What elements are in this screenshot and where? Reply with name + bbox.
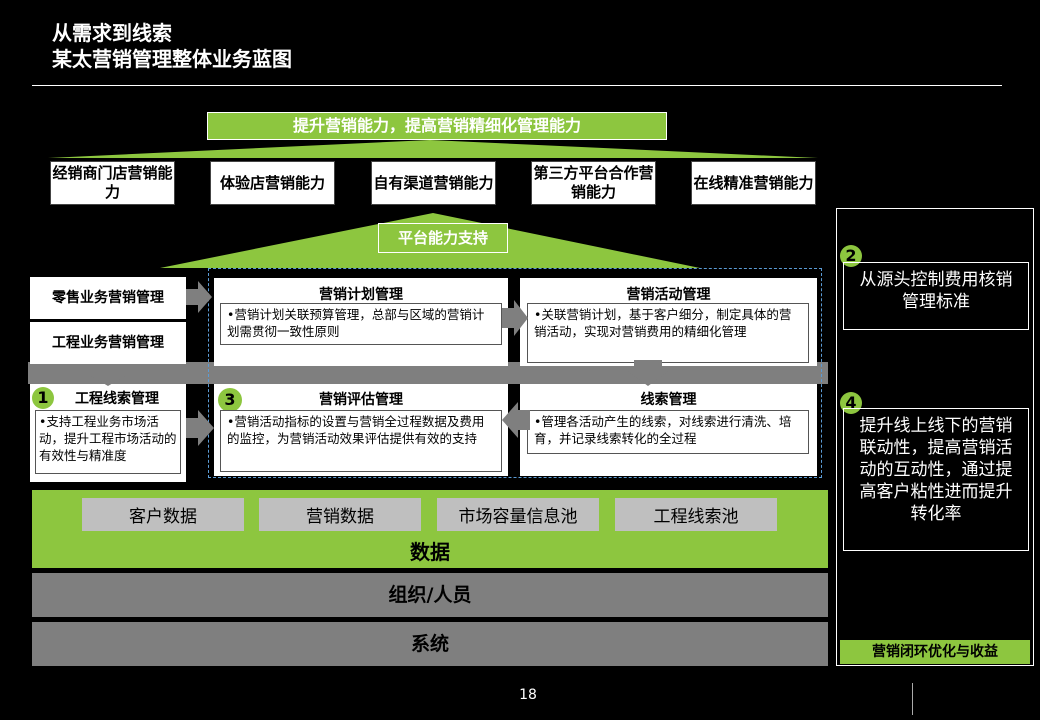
arrow-plan-to-activity bbox=[502, 300, 528, 336]
page-number: 18 bbox=[519, 687, 537, 703]
org-layer: 组织/人员 bbox=[32, 573, 828, 617]
arrow-retail-to-plan bbox=[186, 281, 212, 313]
pool-marketing-data: 营销数据 bbox=[259, 498, 421, 531]
right-footer: 营销闭环优化与收益 bbox=[840, 640, 1030, 664]
arrow-clue-to-eval bbox=[502, 402, 530, 438]
system-layer: 系统 bbox=[32, 622, 828, 666]
pool-market-capacity: 市场容量信息池 bbox=[437, 498, 599, 531]
footer-divider bbox=[912, 683, 913, 715]
arrow-lead-to-eval bbox=[186, 410, 214, 446]
data-layer-label: 数据 bbox=[410, 540, 450, 564]
right-text-2: 从源头控制费用核销管理标准 bbox=[843, 262, 1029, 330]
right-text-4: 提升线上线下的营销联动性，提高营销活动的互动性，通过提高客户粘性进而提升转化率 bbox=[843, 408, 1029, 551]
arrow-engineering-to-lead bbox=[88, 368, 128, 386]
pool-customer-data: 客户数据 bbox=[82, 498, 244, 531]
arrow-activity-to-clue bbox=[626, 360, 670, 386]
pool-engineering-leads: 工程线索池 bbox=[615, 498, 777, 531]
